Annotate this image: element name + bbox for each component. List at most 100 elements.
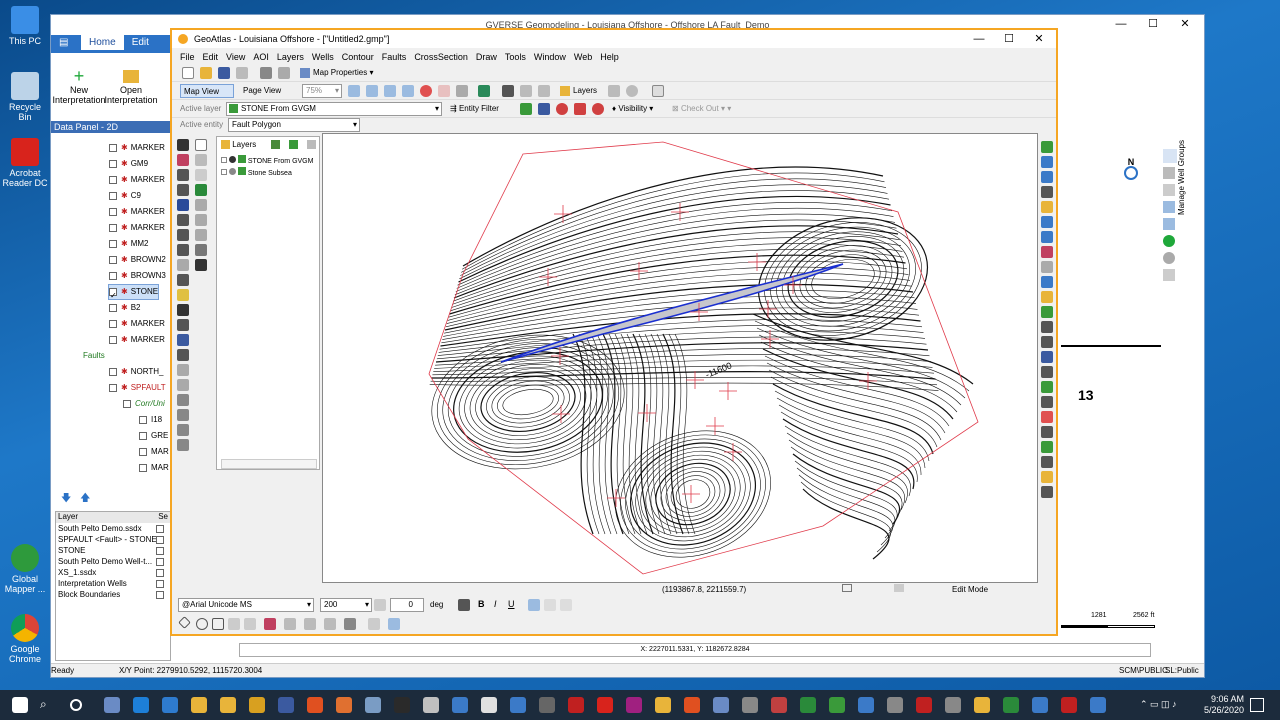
layer-icon-3[interactable] — [556, 103, 568, 115]
taskbar-app-icon[interactable] — [162, 697, 178, 713]
font-units-icon[interactable] — [374, 599, 386, 611]
node-edit-icon[interactable] — [177, 169, 189, 181]
map-tool-icon[interactable] — [1041, 396, 1053, 408]
taskbar-app-icon[interactable] — [945, 697, 961, 713]
layer-list-item[interactable]: STONE — [56, 545, 170, 556]
menu-item[interactable]: Contour — [338, 50, 378, 64]
acrobat-icon[interactable]: Acrobat Reader DC — [2, 138, 48, 188]
tree-checkbox[interactable] — [109, 239, 117, 248]
map-tool-icon[interactable] — [1041, 471, 1053, 483]
taskbar-app-icon[interactable] — [220, 697, 236, 713]
map-tool-icon[interactable] — [1041, 201, 1053, 213]
taskbar-app-icon[interactable] — [1032, 697, 1048, 713]
map-tool-icon[interactable] — [1041, 276, 1053, 288]
menu-item[interactable]: File — [176, 50, 199, 64]
align-right-icon[interactable] — [560, 599, 572, 611]
check-out-dropdown[interactable]: ⊠ Check Out ▾ ▾ — [672, 102, 736, 116]
pan-hand-icon[interactable] — [1163, 184, 1175, 196]
save-icon[interactable] — [218, 67, 230, 79]
font-size-dropdown[interactable]: 200 — [320, 598, 372, 612]
map-tool-icon[interactable] — [1041, 426, 1053, 438]
map-view-button[interactable]: Map View — [180, 84, 234, 98]
chrome-icon[interactable]: Google Chrome — [2, 614, 48, 664]
tree-item[interactable]: ✓ ✱ STONE — [107, 284, 160, 300]
taskbar-app-icon[interactable] — [394, 697, 410, 713]
map-tool-icon[interactable] — [1041, 456, 1053, 468]
align-left-icon[interactable] — [528, 599, 540, 611]
tree-checkbox[interactable] — [109, 335, 117, 344]
ellipse-icon[interactable] — [196, 618, 208, 630]
taskbar-app-icon[interactable] — [684, 697, 700, 713]
map-tool-icon[interactable] — [1041, 321, 1053, 333]
align-icon[interactable] — [177, 439, 189, 451]
taskbar-app-icon[interactable] — [133, 697, 149, 713]
map-canvas[interactable]: -11600 — [322, 133, 1038, 583]
layers-button[interactable]: Layers — [560, 84, 606, 98]
snap-icon[interactable] — [894, 584, 904, 592]
line-weight-icon[interactable] — [304, 618, 316, 630]
layer-list-item[interactable]: South Pelto Demo Well-t... — [56, 556, 170, 567]
taskbar-app-icon[interactable] — [655, 697, 671, 713]
map-tool-icon[interactable] — [1041, 141, 1053, 153]
tree-item[interactable]: ✱ MM2 — [109, 237, 148, 251]
help-icon[interactable] — [652, 85, 664, 97]
arrow-style-icon[interactable] — [324, 618, 336, 630]
pen-icon[interactable] — [177, 184, 189, 196]
sub-item-1[interactable]: GRE — [139, 429, 168, 443]
manage-well-groups-tab[interactable]: Manage Well Groups — [1177, 125, 1189, 215]
zoom-in-icon[interactable] — [348, 85, 360, 97]
copy-icon[interactable] — [236, 67, 248, 79]
zoom-out-icon[interactable] — [366, 85, 378, 97]
page-view-button[interactable]: Page View — [240, 84, 294, 98]
tray-icons[interactable]: ⌃ ▭ ◫ ♪ — [1140, 699, 1177, 710]
new-interpretation-button[interactable]: + New Interpretation — [51, 67, 107, 105]
pointer-icon[interactable] — [1163, 167, 1175, 179]
taskbar-app-icon[interactable] — [104, 697, 120, 713]
tree-checkbox[interactable] — [109, 223, 117, 232]
map-tool-icon[interactable] — [1041, 261, 1053, 273]
map-tool-icon[interactable] — [1041, 336, 1053, 348]
grid-tool-icon[interactable] — [195, 214, 207, 226]
arrow-tool-icon[interactable] — [195, 259, 207, 271]
menu-item[interactable]: Layers — [273, 50, 308, 64]
taskbar-app-icon[interactable] — [916, 697, 932, 713]
taskbar-app-icon[interactable] — [771, 697, 787, 713]
underline-button[interactable]: U — [508, 599, 515, 609]
layer-item-stone-subsea[interactable]: Stone Subsea — [221, 167, 292, 177]
taskbar-app-icon[interactable] — [974, 697, 990, 713]
fault-item-corr[interactable]: Corr/Uni — [123, 397, 165, 411]
taskbar-app-icon[interactable] — [742, 697, 758, 713]
move-up-icon[interactable] — [289, 140, 298, 149]
down-arrow-icon[interactable]: 🡇 🡅 — [61, 491, 90, 508]
search-icon[interactable]: ⌕ — [40, 697, 56, 713]
gverse-maximize-button[interactable]: ☐ — [1138, 15, 1168, 33]
undo-icon[interactable] — [177, 364, 189, 376]
polygon-icon[interactable] — [228, 618, 240, 630]
extent-icon[interactable] — [1163, 269, 1175, 281]
taskbar-app-icon[interactable] — [452, 697, 468, 713]
taskbar-app-icon[interactable] — [539, 697, 555, 713]
go-icon[interactable] — [1163, 235, 1175, 247]
tree-item[interactable]: ✱ MARKER — [109, 221, 165, 235]
tree-checkbox[interactable] — [109, 175, 117, 184]
map-tool-icon[interactable] — [1041, 441, 1053, 453]
map-tool-icon[interactable] — [1041, 306, 1053, 318]
measure-icon[interactable] — [520, 85, 532, 97]
cursor-icon[interactable] — [478, 85, 490, 97]
copy-entity-icon[interactable] — [177, 334, 189, 346]
scissors-icon[interactable] — [177, 319, 189, 331]
rectangle-icon[interactable] — [195, 139, 207, 151]
italic-button[interactable]: I — [494, 599, 497, 609]
redo-icon[interactable] — [177, 379, 189, 391]
ungroup-icon[interactable] — [177, 409, 189, 421]
tree-item[interactable]: ✱ MARKER — [109, 141, 165, 155]
select-arrow-icon[interactable] — [1163, 149, 1177, 163]
tree-checkbox[interactable] — [109, 255, 117, 264]
map-tool-icon[interactable] — [1041, 216, 1053, 228]
layer-icon-2[interactable] — [538, 103, 550, 115]
taskbar-app-icon[interactable] — [191, 697, 207, 713]
map-tool-icon[interactable] — [1041, 351, 1053, 363]
menu-item[interactable]: Web — [570, 50, 596, 64]
arrange-icon[interactable] — [177, 424, 189, 436]
notification-icon[interactable] — [1250, 698, 1264, 712]
